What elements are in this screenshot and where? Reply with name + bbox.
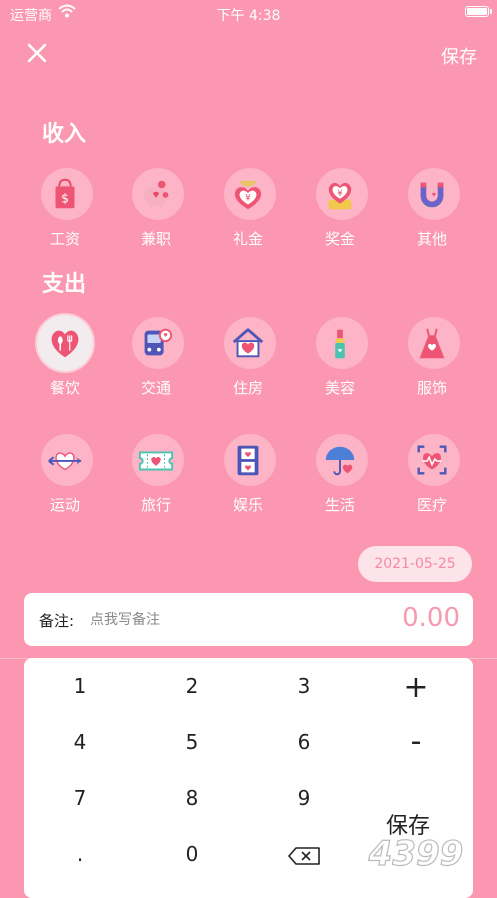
category-expense-beauty[interactable]: 美容 <box>300 315 380 398</box>
status-bar: 运营商 下午 4:38 <box>0 0 497 28</box>
expense-section-title: 支出 <box>42 272 87 297</box>
category-expense-medical[interactable]: 医疗 <box>392 432 472 515</box>
piggy-bank-icon <box>143 180 169 208</box>
key-3[interactable]: 3 <box>248 658 360 714</box>
svg-text:¥: ¥ <box>337 189 343 199</box>
note-bar: 备注: 0.00 <box>24 593 473 646</box>
category-expense-housing[interactable]: 住房 <box>208 315 288 398</box>
category-expense-dining[interactable]: 餐饮 <box>25 315 105 398</box>
save-button[interactable]: 保存 <box>441 43 477 69</box>
category-expense-entertainment[interactable]: 娱乐 <box>208 432 288 515</box>
dining-icon <box>51 330 79 358</box>
backspace-icon <box>288 846 320 865</box>
key-1[interactable]: 1 <box>24 658 136 714</box>
category-income-bonus[interactable]: ¥ 奖金 <box>300 166 380 249</box>
amount-display: 0.00 <box>402 603 460 633</box>
key-9[interactable]: 9 <box>248 770 360 826</box>
shopping-bag-icon: $ <box>55 178 75 209</box>
key-5[interactable]: 5 <box>136 714 248 770</box>
film-icon <box>237 445 259 476</box>
key-4[interactable]: 4 <box>24 714 136 770</box>
category-expense-transport[interactable]: 交通 <box>116 315 196 398</box>
category-income-other[interactable]: 其他 <box>392 166 472 249</box>
arrow-heart-icon <box>48 452 82 471</box>
key-6[interactable]: 6 <box>248 714 360 770</box>
category-income-parttime[interactable]: 兼职 <box>116 166 196 249</box>
watermark-logo: 4399 <box>367 833 464 874</box>
bus-icon <box>144 328 173 356</box>
note-input[interactable] <box>88 607 302 633</box>
key-7[interactable]: 7 <box>24 770 136 826</box>
umbrella-icon <box>325 446 355 476</box>
category-expense-living[interactable]: 生活 <box>300 432 380 515</box>
key-plus[interactable]: + <box>360 660 472 716</box>
svg-text:$: $ <box>61 192 69 206</box>
svg-text:4399: 4399 <box>368 834 464 874</box>
money-bag-icon: ¥ <box>234 180 262 210</box>
category-income-salary[interactable]: $ 工资 <box>25 166 105 249</box>
key-8[interactable]: 8 <box>136 770 248 826</box>
ticket-icon <box>138 451 174 471</box>
dress-icon <box>419 328 445 359</box>
heartbeat-icon <box>417 445 447 475</box>
key-minus[interactable]: - <box>360 714 472 770</box>
date-picker-button[interactable]: 2021-05-25 <box>358 546 472 582</box>
note-label: 备注: <box>39 612 75 630</box>
category-expense-clothing[interactable]: 服饰 <box>392 315 472 398</box>
battery-icon <box>465 6 492 17</box>
category-expense-sports[interactable]: 运动 <box>25 432 105 515</box>
category-income-gift[interactable]: ¥ 礼金 <box>208 166 288 249</box>
key-0[interactable]: 0 <box>136 826 248 882</box>
key-dot[interactable]: . <box>24 826 136 882</box>
magnet-icon <box>420 182 444 208</box>
heart-bonus-icon: ¥ <box>328 182 352 210</box>
clock: 下午 4:38 <box>216 8 281 24</box>
income-section-title: 收入 <box>42 122 87 147</box>
house-icon <box>232 328 264 358</box>
svg-text:¥: ¥ <box>245 194 251 204</box>
close-icon[interactable] <box>24 40 50 66</box>
key-2[interactable]: 2 <box>136 658 248 714</box>
category-expense-travel[interactable]: 旅行 <box>116 432 196 515</box>
lipstick-icon <box>335 329 345 359</box>
